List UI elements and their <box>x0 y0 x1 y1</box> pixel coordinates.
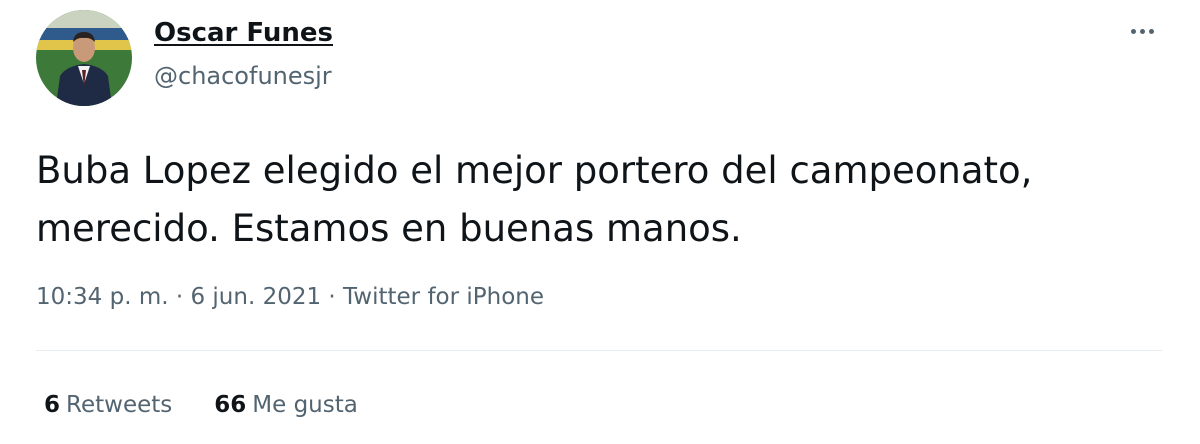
likes-stat[interactable]: 66 Me gusta <box>214 392 358 418</box>
author-name[interactable]: Oscar Funes <box>154 18 333 48</box>
more-options-icon <box>1130 28 1136 34</box>
avatar-image <box>36 10 132 106</box>
avatar[interactable] <box>36 10 132 106</box>
likes-count: 66 <box>214 392 247 418</box>
tweet-text: Buba Lopez elegido el mejor portero del … <box>36 142 1176 258</box>
more-options-icon-dot <box>1148 28 1154 34</box>
tweet-stats: 6 Retweets 66 Me gusta <box>44 392 358 418</box>
tweet-text-line: Buba Lopez elegido el mejor portero del … <box>36 149 1033 192</box>
retweets-stat[interactable]: 6 Retweets <box>44 392 172 418</box>
more-options-icon-dot <box>1139 28 1145 34</box>
tweet-card: Oscar Funes @chacofunesjr Buba Lopez ele… <box>0 0 1200 444</box>
more-options-button[interactable] <box>1122 16 1162 46</box>
retweets-label: Retweets <box>66 392 173 418</box>
retweets-count: 6 <box>44 392 61 418</box>
tweet-timestamp[interactable]: 10:34 p. m. · 6 jun. 2021 · Twitter for … <box>36 284 544 310</box>
tweet-text-line: merecido. Estamos en buenas manos. <box>36 207 742 250</box>
likes-label: Me gusta <box>252 392 358 418</box>
author-handle[interactable]: @chacofunesjr <box>154 62 332 90</box>
divider <box>36 350 1162 351</box>
